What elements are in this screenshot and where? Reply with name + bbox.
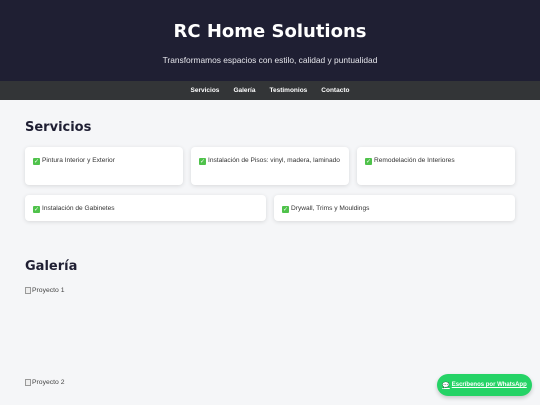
site-subtitle: Transformamos espacios con estilo, calid… xyxy=(162,55,378,65)
nav-link-contacto[interactable]: Contacto xyxy=(321,87,349,94)
service-label: Instalación de Pisos: vinyl, madera, lam… xyxy=(208,157,340,164)
check-icon: ✓ xyxy=(33,158,40,165)
servicios-heading: Servicios xyxy=(25,120,92,135)
service-card: ✓ Pintura Interior y Exterior xyxy=(25,147,183,185)
nav-link-galeria[interactable]: Galería xyxy=(233,87,255,94)
service-label: Remodelación de Interiores xyxy=(374,157,455,164)
service-label: Drywall, Trims y Mouldings xyxy=(291,205,370,212)
service-card: ✓ Drywall, Trims y Mouldings xyxy=(274,195,515,221)
check-icon: ✓ xyxy=(199,158,206,165)
image-alt-text: Proyecto 2 xyxy=(32,379,65,386)
service-card: ✓ Instalación de Gabinetes xyxy=(25,195,266,221)
site-title: RC Home Solutions xyxy=(173,21,367,42)
service-card: ✓ Remodelación de Interiores xyxy=(357,147,515,185)
check-icon: ✓ xyxy=(33,206,40,213)
whatsapp-button[interactable]: 💬 Escríbenos por WhatsApp xyxy=(437,374,532,396)
main-nav: Servicios Galería Testimonios Contacto xyxy=(0,81,540,100)
hero-header: RC Home Solutions Transformamos espacios… xyxy=(0,0,540,81)
check-icon: ✓ xyxy=(282,206,289,213)
gallery-image[interactable]: Proyecto 2 xyxy=(25,379,65,386)
gallery-image[interactable]: Proyecto 1 xyxy=(25,287,65,294)
chat-icon: 💬 xyxy=(442,382,450,389)
galeria-heading: Galería xyxy=(25,259,78,274)
check-icon: ✓ xyxy=(365,158,372,165)
service-label: Pintura Interior y Exterior xyxy=(42,157,115,164)
broken-image-icon xyxy=(25,379,31,386)
broken-image-icon xyxy=(25,287,31,294)
image-alt-text: Proyecto 1 xyxy=(32,287,65,294)
nav-link-servicios[interactable]: Servicios xyxy=(191,87,220,94)
service-label: Instalación de Gabinetes xyxy=(42,205,115,212)
nav-link-testimonios[interactable]: Testimonios xyxy=(269,87,307,94)
service-card: ✓ Instalación de Pisos: vinyl, madera, la… xyxy=(191,147,349,185)
whatsapp-label: Escríbenos por WhatsApp xyxy=(451,382,527,388)
